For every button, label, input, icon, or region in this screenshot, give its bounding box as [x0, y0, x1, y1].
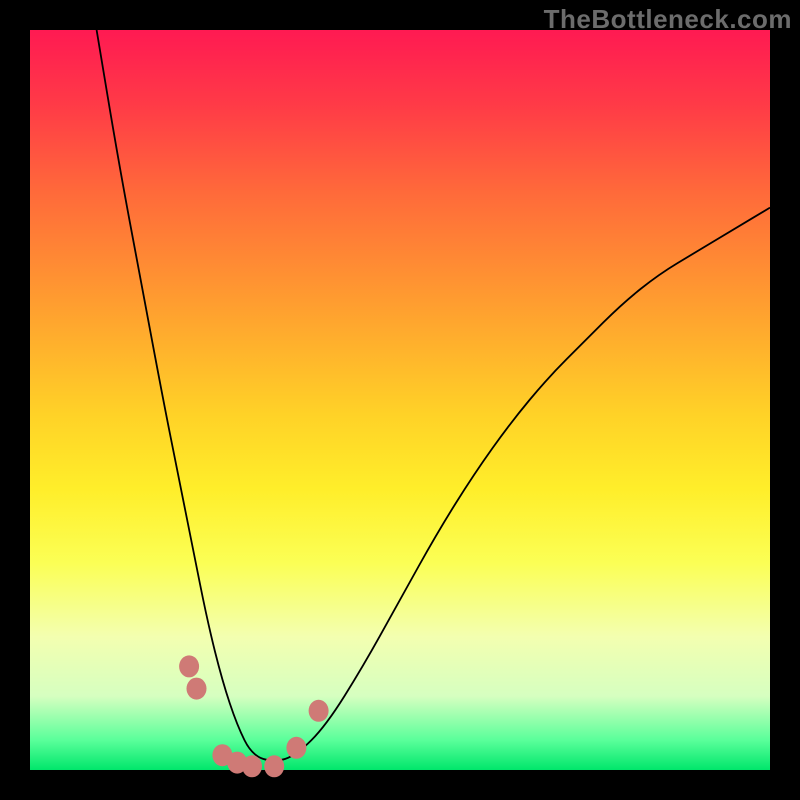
bottleneck-curve — [97, 30, 770, 761]
marker-point — [179, 655, 199, 677]
curve-layer — [30, 30, 770, 770]
plot-area — [30, 30, 770, 770]
chart-frame: TheBottleneck.com — [0, 0, 800, 800]
marker-point — [187, 678, 207, 700]
marker-point — [286, 737, 306, 759]
marker-point — [242, 755, 262, 777]
marker-point — [309, 700, 329, 722]
marker-point — [264, 755, 284, 777]
marker-group — [179, 655, 329, 777]
